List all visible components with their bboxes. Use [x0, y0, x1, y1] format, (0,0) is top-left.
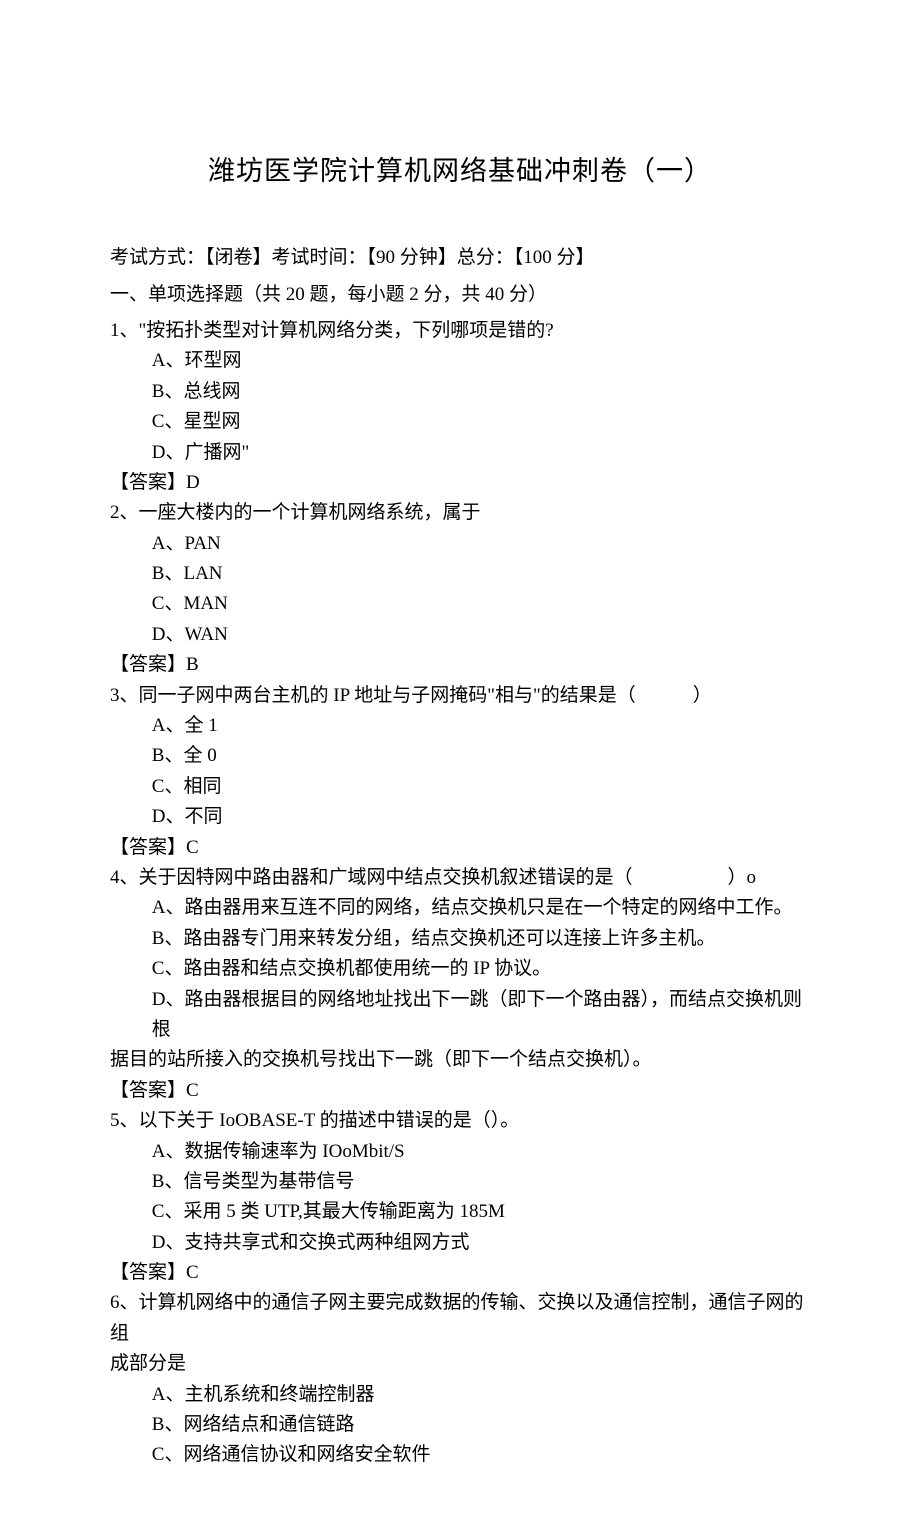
question-stem: 1、"按拓扑类型对计算机网络分类，下列哪项是错的? — [110, 316, 810, 346]
option-b: B、总线网 — [152, 377, 810, 407]
option-c: C、相同 — [152, 772, 810, 802]
question-stem: 5、以下关于 IoOBASE-T 的描述中错误的是（）。 — [110, 1106, 810, 1136]
option-b: B、信号类型为基带信号 — [152, 1167, 810, 1197]
section-1-header: 一、单项选择题（共 20 题，每小题 2 分，共 40 分） — [110, 280, 810, 310]
page-title: 潍坊医学院计算机网络基础冲刺卷（一） — [110, 150, 810, 193]
question-1: 1、"按拓扑类型对计算机网络分类，下列哪项是错的? A、环型网 B、总线网 C、… — [110, 316, 810, 498]
option-c: C、路由器和结点交换机都使用统一的 IP 协议。 — [152, 954, 810, 984]
option-a: A、环型网 — [152, 346, 810, 376]
answer: 【答案】D — [110, 468, 810, 498]
question-stem: 4、关于因特网中路由器和广域网中结点交换机叙述错误的是（ ）o — [110, 863, 810, 893]
answer: 【答案】C — [110, 833, 810, 863]
question-stem: 6、计算机网络中的通信子网主要完成数据的传输、交换以及通信控制，通信子网的组 — [110, 1288, 810, 1349]
option-a: A、主机系统和终端控制器 — [152, 1380, 810, 1410]
answer: 【答案】C — [110, 1258, 810, 1288]
question-3: 3、同一子网中两台主机的 IP 地址与子网掩码"相与"的结果是（ ） A、全 1… — [110, 681, 810, 863]
question-stem: 3、同一子网中两台主机的 IP 地址与子网掩码"相与"的结果是（ ） — [110, 681, 810, 711]
exam-meta: 考试方式：【闭卷】考试时间：【90 分钟】总分：【100 分】 — [110, 243, 810, 273]
answer: 【答案】C — [110, 1076, 810, 1106]
option-a: A、全 1 — [152, 711, 810, 741]
question-stem-continuation: 成部分是 — [110, 1349, 810, 1379]
option-a: A、数据传输速率为 IOoMbit/S — [152, 1137, 810, 1167]
option-b: B、路由器专门用来转发分组，结点交换机还可以连接上许多主机。 — [152, 924, 810, 954]
option-a: A、PAN — [152, 529, 810, 559]
question-options: A、数据传输速率为 IOoMbit/S B、信号类型为基带信号 C、采用 5 类… — [110, 1137, 810, 1259]
option-c: C、网络通信协议和网络安全软件 — [152, 1440, 810, 1470]
question-options: A、主机系统和终端控制器 B、网络结点和通信链路 C、网络通信协议和网络安全软件 — [110, 1380, 810, 1471]
question-5: 5、以下关于 IoOBASE-T 的描述中错误的是（）。 A、数据传输速率为 I… — [110, 1106, 810, 1288]
answer: 【答案】B — [110, 650, 810, 680]
option-c: C、采用 5 类 UTP,其最大传输距离为 185M — [152, 1197, 810, 1227]
question-options: A、PAN B、LAN C、MAN D、WAN — [110, 529, 810, 651]
question-4: 4、关于因特网中路由器和广域网中结点交换机叙述错误的是（ ）o A、路由器用来互… — [110, 863, 810, 1106]
option-d: D、不同 — [152, 802, 810, 832]
document-page: 潍坊医学院计算机网络基础冲刺卷（一） 考试方式：【闭卷】考试时间：【90 分钟】… — [0, 0, 920, 1531]
option-d: D、支持共享式和交换式两种组网方式 — [152, 1228, 810, 1258]
option-c: C、星型网 — [152, 407, 810, 437]
option-d: D、WAN — [152, 620, 810, 650]
question-6: 6、计算机网络中的通信子网主要完成数据的传输、交换以及通信控制，通信子网的组 成… — [110, 1288, 810, 1470]
option-b: B、全 0 — [152, 741, 810, 771]
option-b: B、LAN — [152, 559, 810, 589]
option-c: C、MAN — [152, 589, 810, 619]
question-options: A、全 1 B、全 0 C、相同 D、不同 — [110, 711, 810, 833]
question-2: 2、一座大楼内的一个计算机网络系统，属于 A、PAN B、LAN C、MAN D… — [110, 498, 810, 680]
option-b: B、网络结点和通信链路 — [152, 1410, 810, 1440]
question-options: A、环型网 B、总线网 C、星型网 D、广播网" — [110, 346, 810, 468]
option-d: D、路由器根据目的网络地址找出下一跳（即下一个路由器），而结点交换机则根 — [152, 985, 810, 1046]
question-stem: 2、一座大楼内的一个计算机网络系统，属于 — [110, 498, 810, 528]
option-a: A、路由器用来互连不同的网络，结点交换机只是在一个特定的网络中工作。 — [152, 893, 810, 923]
question-options: A、路由器用来互连不同的网络，结点交换机只是在一个特定的网络中工作。 B、路由器… — [110, 893, 810, 1045]
option-d-continuation: 据目的站所接入的交换机号找出下一跳（即下一个结点交换机）。 — [110, 1045, 810, 1075]
option-d: D、广播网" — [152, 438, 810, 468]
